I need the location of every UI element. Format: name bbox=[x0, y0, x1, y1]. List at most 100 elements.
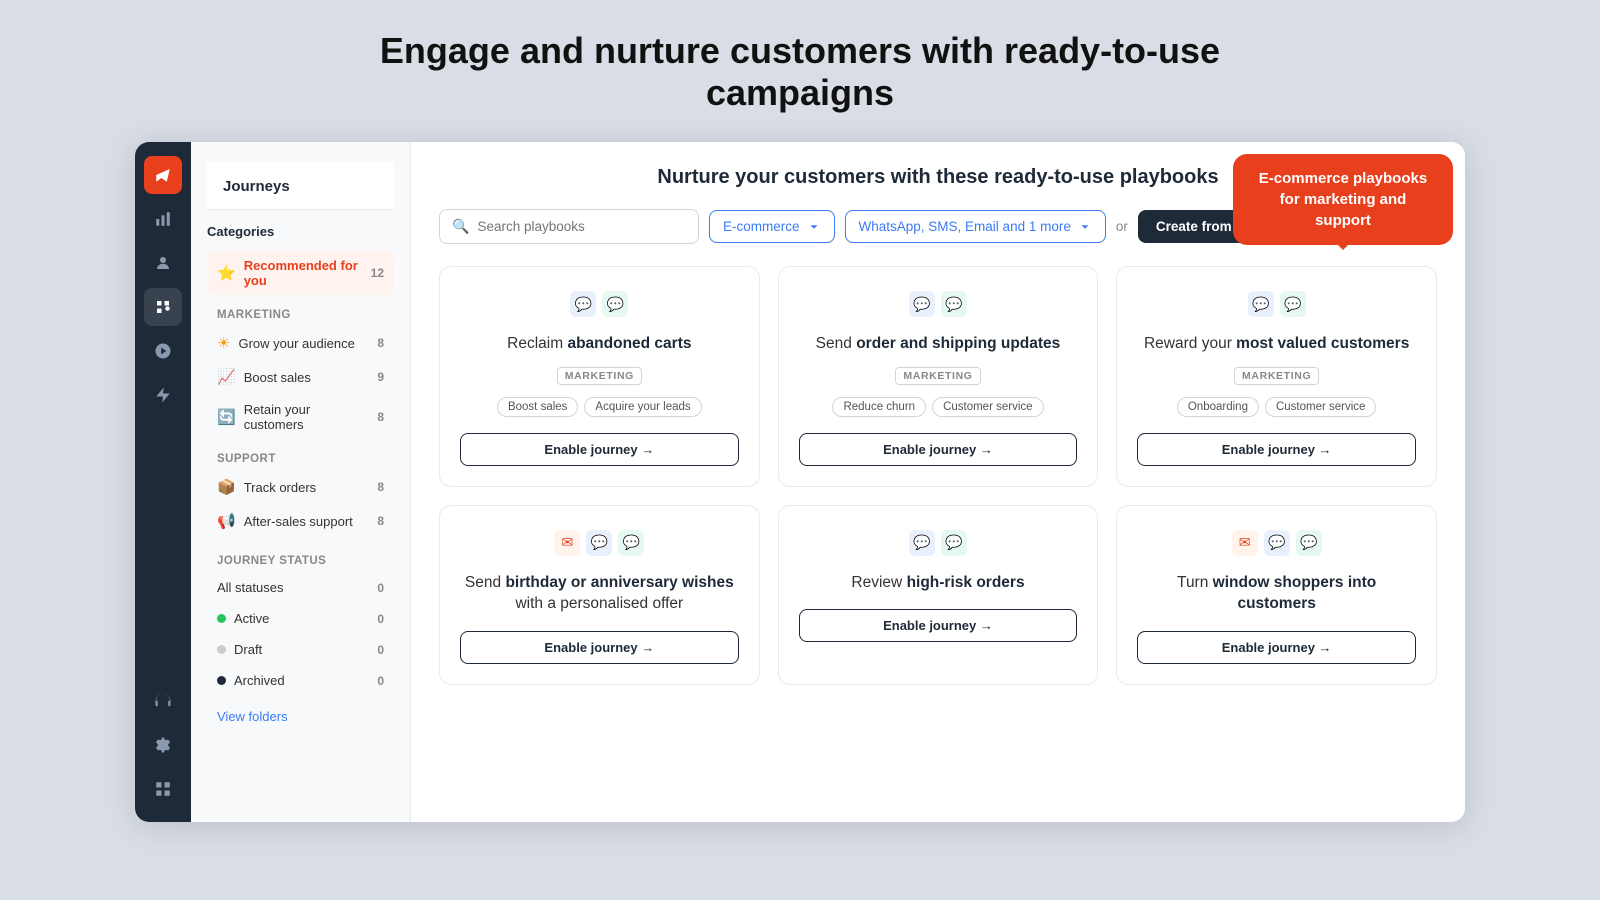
card-3-enable-button[interactable]: Enable journey → bbox=[1137, 433, 1416, 466]
nav-journeys[interactable] bbox=[144, 288, 182, 326]
status-all[interactable]: All statuses 0 bbox=[207, 573, 394, 602]
tag-reduce-churn: Reduce churn bbox=[832, 397, 926, 417]
category-grow-count: 8 bbox=[377, 336, 384, 350]
app-shell: E-commerce playbooks for marketing and s… bbox=[135, 142, 1465, 822]
category-aftersales[interactable]: 📢 After-sales support 8 bbox=[207, 505, 394, 537]
retain-icon: 🔄 bbox=[217, 408, 236, 426]
or-text: or bbox=[1116, 219, 1128, 234]
whatsapp-icon-4: 💬 bbox=[618, 530, 644, 556]
card-5-enable-button[interactable]: Enable journey → bbox=[799, 609, 1078, 642]
nav-broadcasts[interactable] bbox=[144, 332, 182, 370]
megaphone-icon: 📢 bbox=[217, 512, 236, 530]
sms-icon-6: 💬 bbox=[1264, 530, 1290, 556]
nav-settings[interactable] bbox=[144, 726, 182, 764]
status-draft-count: 0 bbox=[377, 643, 384, 657]
search-box: 🔍 bbox=[439, 209, 699, 244]
whatsapp-icon-5: 💬 bbox=[941, 530, 967, 556]
card-6-icons: ✉ 💬 💬 bbox=[1232, 530, 1322, 556]
active-dot bbox=[217, 614, 226, 623]
tag-acquire: Acquire your leads bbox=[584, 397, 701, 417]
card-5-icons: 💬 💬 bbox=[909, 530, 967, 556]
star-icon: ⭐ bbox=[217, 264, 236, 282]
card-3-icons: 💬 💬 bbox=[1248, 291, 1306, 317]
card-window-shoppers[interactable]: ✉ 💬 💬 Turn window shoppers into customer… bbox=[1116, 505, 1437, 685]
category-grow[interactable]: ☀ Grow your audience 8 bbox=[207, 327, 394, 359]
card-order-updates[interactable]: 💬 💬 Send order and shipping updates MARK… bbox=[778, 266, 1099, 487]
card-birthday-wishes[interactable]: ✉ 💬 💬 Send birthday or anniversary wishe… bbox=[439, 505, 760, 685]
email-icon: ✉ bbox=[554, 530, 580, 556]
card-6-enable-button[interactable]: Enable journey → bbox=[1137, 631, 1416, 664]
nav-grid[interactable] bbox=[144, 770, 182, 808]
status-archived[interactable]: Archived 0 bbox=[207, 666, 394, 695]
email-icon-2: ✉ bbox=[1232, 530, 1258, 556]
trend-icon: 📈 bbox=[217, 368, 236, 386]
card-2-icons: 💬 💬 bbox=[909, 291, 967, 317]
search-icon: 🔍 bbox=[452, 218, 469, 235]
category-track[interactable]: 📦 Track orders 8 bbox=[207, 471, 394, 503]
archived-dot bbox=[217, 676, 226, 685]
card-high-risk-orders[interactable]: 💬 💬 Review high-risk orders Enable journ… bbox=[778, 505, 1099, 685]
card-valued-customers[interactable]: 💬 💬 Reward your most valued customers MA… bbox=[1116, 266, 1437, 487]
card-3-badge: MARKETING bbox=[1234, 367, 1319, 385]
category-aftersales-count: 8 bbox=[377, 514, 384, 528]
card-4-enable-button[interactable]: Enable journey → bbox=[460, 631, 739, 664]
card-4-title: Send birthday or anniversary wishes with… bbox=[460, 572, 739, 615]
nav-campaigns[interactable] bbox=[144, 156, 182, 194]
status-all-count: 0 bbox=[377, 581, 384, 595]
sidebar-nav bbox=[135, 142, 191, 822]
nav-analytics[interactable] bbox=[144, 200, 182, 238]
card-abandoned-carts[interactable]: 💬 💬 Reclaim abandoned carts MARKETING Bo… bbox=[439, 266, 760, 487]
sms-icon-3: 💬 bbox=[1248, 291, 1274, 317]
ecommerce-filter[interactable]: E-commerce bbox=[709, 210, 835, 243]
journeys-header: Journeys bbox=[207, 162, 394, 210]
sms-icon-2: 💬 bbox=[909, 291, 935, 317]
card-3-tags: Onboarding Customer service bbox=[1177, 397, 1377, 417]
category-boost[interactable]: 📈 Boost sales 9 bbox=[207, 361, 394, 393]
sms-icon: 💬 bbox=[570, 291, 596, 317]
category-recommended-count: 12 bbox=[371, 266, 384, 280]
channels-filter[interactable]: WhatsApp, SMS, Email and 1 more bbox=[845, 210, 1106, 243]
page-title: Engage and nurture customers with ready-… bbox=[350, 30, 1250, 114]
tag-onboarding: Onboarding bbox=[1177, 397, 1259, 417]
card-1-enable-button[interactable]: Enable journey → bbox=[460, 433, 739, 466]
cards-grid: 💬 💬 Reclaim abandoned carts MARKETING Bo… bbox=[439, 266, 1437, 685]
tag-customer-service: Customer service bbox=[932, 397, 1043, 417]
card-3-title: Reward your most valued customers bbox=[1144, 333, 1409, 355]
draft-dot bbox=[217, 645, 226, 654]
nav-automations[interactable] bbox=[144, 376, 182, 414]
category-recommended[interactable]: ⭐ Recommended for you 12 bbox=[207, 251, 394, 295]
nav-contacts[interactable] bbox=[144, 244, 182, 282]
status-active-count: 0 bbox=[377, 612, 384, 626]
package-icon: 📦 bbox=[217, 478, 236, 496]
card-4-icons: ✉ 💬 💬 bbox=[554, 530, 644, 556]
card-1-badge: MARKETING bbox=[557, 367, 642, 385]
category-grow-label: Grow your audience bbox=[238, 336, 369, 351]
nav-support[interactable] bbox=[144, 682, 182, 720]
card-1-icons: 💬 💬 bbox=[570, 291, 628, 317]
chevron-down-icon bbox=[807, 220, 821, 234]
category-retain-count: 8 bbox=[377, 410, 384, 424]
sun-icon: ☀ bbox=[217, 334, 230, 352]
chevron-down-icon-2 bbox=[1078, 220, 1092, 234]
search-input[interactable] bbox=[477, 219, 686, 234]
whatsapp-icon-2: 💬 bbox=[941, 291, 967, 317]
tag-boost-sales: Boost sales bbox=[497, 397, 578, 417]
sms-icon-4: 💬 bbox=[586, 530, 612, 556]
status-active-label: Active bbox=[234, 611, 369, 626]
tag-customer-service-2: Customer service bbox=[1265, 397, 1376, 417]
card-5-title: Review high-risk orders bbox=[851, 572, 1024, 594]
categories-label: Categories bbox=[207, 224, 394, 239]
marketing-section: Marketing bbox=[217, 309, 394, 321]
status-draft[interactable]: Draft 0 bbox=[207, 635, 394, 664]
card-2-badge: MARKETING bbox=[895, 367, 980, 385]
category-track-label: Track orders bbox=[244, 480, 370, 495]
category-retain[interactable]: 🔄 Retain your customers 8 bbox=[207, 395, 394, 439]
left-panel: Journeys Categories ⭐ Recommended for yo… bbox=[191, 142, 411, 822]
support-section: Support bbox=[217, 453, 394, 465]
card-2-enable-button[interactable]: Enable journey → bbox=[799, 433, 1078, 466]
status-active[interactable]: Active 0 bbox=[207, 604, 394, 633]
category-recommended-label: Recommended for you bbox=[244, 258, 363, 288]
card-2-tags: Reduce churn Customer service bbox=[832, 397, 1043, 417]
tooltip-bubble: E-commerce playbooks for marketing and s… bbox=[1233, 154, 1453, 245]
view-folders-link[interactable]: View folders bbox=[207, 709, 394, 724]
